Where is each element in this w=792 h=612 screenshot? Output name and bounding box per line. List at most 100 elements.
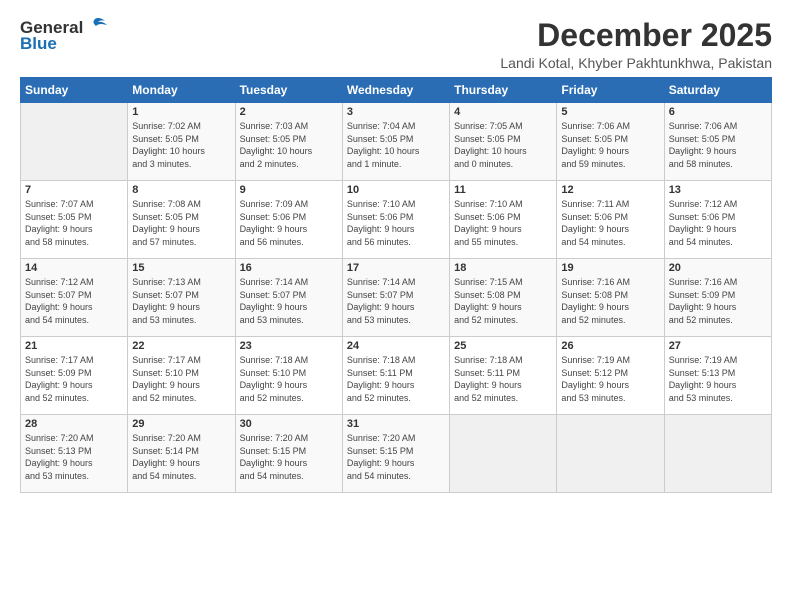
cell-info: Sunrise: 7:20 AM Sunset: 5:14 PM Dayligh… — [132, 432, 230, 482]
cell-info: Sunrise: 7:06 AM Sunset: 5:05 PM Dayligh… — [669, 120, 767, 170]
cell-info: Sunrise: 7:10 AM Sunset: 5:06 PM Dayligh… — [454, 198, 552, 248]
cell-info: Sunrise: 7:17 AM Sunset: 5:09 PM Dayligh… — [25, 354, 123, 404]
day-number: 21 — [25, 340, 123, 352]
day-number: 4 — [454, 106, 552, 118]
cell-info: Sunrise: 7:17 AM Sunset: 5:10 PM Dayligh… — [132, 354, 230, 404]
day-number: 31 — [347, 418, 445, 430]
cell-info: Sunrise: 7:20 AM Sunset: 5:15 PM Dayligh… — [347, 432, 445, 482]
day-number: 28 — [25, 418, 123, 430]
calendar-cell: 8 Sunrise: 7:08 AM Sunset: 5:05 PM Daylig… — [128, 181, 235, 259]
calendar-cell: 31 Sunrise: 7:20 AM Sunset: 5:15 PM Dayli… — [342, 415, 449, 493]
cell-info: Sunrise: 7:15 AM Sunset: 5:08 PM Dayligh… — [454, 276, 552, 326]
cell-info: Sunrise: 7:20 AM Sunset: 5:15 PM Dayligh… — [240, 432, 338, 482]
week-row-4: 21 Sunrise: 7:17 AM Sunset: 5:09 PM Dayli… — [21, 337, 772, 415]
week-row-3: 14 Sunrise: 7:12 AM Sunset: 5:07 PM Dayli… — [21, 259, 772, 337]
col-header-thursday: Thursday — [450, 78, 557, 103]
cell-info: Sunrise: 7:18 AM Sunset: 5:10 PM Dayligh… — [240, 354, 338, 404]
day-number: 7 — [25, 184, 123, 196]
calendar-table: SundayMondayTuesdayWednesdayThursdayFrid… — [20, 77, 772, 493]
calendar-cell: 4 Sunrise: 7:05 AM Sunset: 5:05 PM Daylig… — [450, 103, 557, 181]
cell-info: Sunrise: 7:20 AM Sunset: 5:13 PM Dayligh… — [25, 432, 123, 482]
day-number: 6 — [669, 106, 767, 118]
month-year: December 2025 — [500, 18, 772, 53]
calendar-cell: 21 Sunrise: 7:17 AM Sunset: 5:09 PM Dayli… — [21, 337, 128, 415]
day-number: 11 — [454, 184, 552, 196]
calendar-cell — [21, 103, 128, 181]
calendar-cell: 11 Sunrise: 7:10 AM Sunset: 5:06 PM Dayli… — [450, 181, 557, 259]
calendar-cell: 18Sunrise: 7:15 AM Sunset: 5:08 PM Dayli… — [450, 259, 557, 337]
day-number: 1 — [132, 106, 230, 118]
page: General Blue December 2025 Landi Kotal, … — [0, 0, 792, 612]
cell-info: Sunrise: 7:09 AM Sunset: 5:06 PM Dayligh… — [240, 198, 338, 248]
header-row: SundayMondayTuesdayWednesdayThursdayFrid… — [21, 78, 772, 103]
cell-info: Sunrise: 7:05 AM Sunset: 5:05 PM Dayligh… — [454, 120, 552, 170]
col-header-sunday: Sunday — [21, 78, 128, 103]
calendar-cell: 28 Sunrise: 7:20 AM Sunset: 5:13 PM Dayli… — [21, 415, 128, 493]
cell-info: Sunrise: 7:18 AM Sunset: 5:11 PM Dayligh… — [347, 354, 445, 404]
day-number: 23 — [240, 340, 338, 352]
calendar-cell: 22 Sunrise: 7:17 AM Sunset: 5:10 PM Dayli… — [128, 337, 235, 415]
cell-info: Sunrise: 7:13 AM Sunset: 5:07 PM Dayligh… — [132, 276, 230, 326]
calendar-cell: 13 Sunrise: 7:12 AM Sunset: 5:06 PM Dayli… — [664, 181, 771, 259]
day-number: 24 — [347, 340, 445, 352]
day-number: 29 — [132, 418, 230, 430]
day-number: 22 — [132, 340, 230, 352]
cell-info: Sunrise: 7:12 AM Sunset: 5:07 PM Dayligh… — [25, 276, 123, 326]
day-number: 15 — [132, 262, 230, 274]
calendar-cell: 16 Sunrise: 7:14 AM Sunset: 5:07 PM Dayli… — [235, 259, 342, 337]
calendar-cell: 12 Sunrise: 7:11 AM Sunset: 5:06 PM Dayli… — [557, 181, 664, 259]
cell-info: Sunrise: 7:08 AM Sunset: 5:05 PM Dayligh… — [132, 198, 230, 248]
calendar-cell: 7Sunrise: 7:07 AM Sunset: 5:05 PM Daylig… — [21, 181, 128, 259]
calendar-cell: 25Sunrise: 7:18 AM Sunset: 5:11 PM Dayli… — [450, 337, 557, 415]
col-header-wednesday: Wednesday — [342, 78, 449, 103]
day-number: 17 — [347, 262, 445, 274]
day-number: 10 — [347, 184, 445, 196]
calendar-cell — [450, 415, 557, 493]
cell-info: Sunrise: 7:04 AM Sunset: 5:05 PM Dayligh… — [347, 120, 445, 170]
day-number: 13 — [669, 184, 767, 196]
calendar-cell: 2Sunrise: 7:03 AM Sunset: 5:05 PM Daylig… — [235, 103, 342, 181]
day-number: 26 — [561, 340, 659, 352]
calendar-cell: 20Sunrise: 7:16 AM Sunset: 5:09 PM Dayli… — [664, 259, 771, 337]
calendar-cell: 17 Sunrise: 7:14 AM Sunset: 5:07 PM Dayli… — [342, 259, 449, 337]
day-number: 3 — [347, 106, 445, 118]
calendar-cell — [557, 415, 664, 493]
week-row-2: 7Sunrise: 7:07 AM Sunset: 5:05 PM Daylig… — [21, 181, 772, 259]
day-number: 12 — [561, 184, 659, 196]
calendar-cell: 19Sunrise: 7:16 AM Sunset: 5:08 PM Dayli… — [557, 259, 664, 337]
cell-info: Sunrise: 7:12 AM Sunset: 5:06 PM Dayligh… — [669, 198, 767, 248]
calendar-cell: 10Sunrise: 7:10 AM Sunset: 5:06 PM Dayli… — [342, 181, 449, 259]
cell-info: Sunrise: 7:14 AM Sunset: 5:07 PM Dayligh… — [347, 276, 445, 326]
cell-info: Sunrise: 7:19 AM Sunset: 5:12 PM Dayligh… — [561, 354, 659, 404]
day-number: 5 — [561, 106, 659, 118]
cell-info: Sunrise: 7:06 AM Sunset: 5:05 PM Dayligh… — [561, 120, 659, 170]
calendar-cell: 5 Sunrise: 7:06 AM Sunset: 5:05 PM Daylig… — [557, 103, 664, 181]
col-header-saturday: Saturday — [664, 78, 771, 103]
cell-info: Sunrise: 7:18 AM Sunset: 5:11 PM Dayligh… — [454, 354, 552, 404]
cell-info: Sunrise: 7:16 AM Sunset: 5:08 PM Dayligh… — [561, 276, 659, 326]
day-number: 2 — [240, 106, 338, 118]
calendar-cell: 26 Sunrise: 7:19 AM Sunset: 5:12 PM Dayli… — [557, 337, 664, 415]
day-number: 14 — [25, 262, 123, 274]
week-row-1: 1 Sunrise: 7:02 AM Sunset: 5:05 PM Daylig… — [21, 103, 772, 181]
calendar-cell: 14 Sunrise: 7:12 AM Sunset: 5:07 PM Dayli… — [21, 259, 128, 337]
col-header-tuesday: Tuesday — [235, 78, 342, 103]
cell-info: Sunrise: 7:14 AM Sunset: 5:07 PM Dayligh… — [240, 276, 338, 326]
day-number: 30 — [240, 418, 338, 430]
col-header-monday: Monday — [128, 78, 235, 103]
col-header-friday: Friday — [557, 78, 664, 103]
day-number: 16 — [240, 262, 338, 274]
logo: General Blue — [20, 18, 107, 54]
cell-info: Sunrise: 7:02 AM Sunset: 5:05 PM Dayligh… — [132, 120, 230, 170]
day-number: 8 — [132, 184, 230, 196]
cell-info: Sunrise: 7:11 AM Sunset: 5:06 PM Dayligh… — [561, 198, 659, 248]
calendar-cell: 3 Sunrise: 7:04 AM Sunset: 5:05 PM Daylig… — [342, 103, 449, 181]
week-row-5: 28 Sunrise: 7:20 AM Sunset: 5:13 PM Dayli… — [21, 415, 772, 493]
location: Landi Kotal, Khyber Pakhtunkhwa, Pakista… — [500, 55, 772, 71]
calendar-cell: 27Sunrise: 7:19 AM Sunset: 5:13 PM Dayli… — [664, 337, 771, 415]
calendar-cell: 15 Sunrise: 7:13 AM Sunset: 5:07 PM Dayli… — [128, 259, 235, 337]
cell-info: Sunrise: 7:19 AM Sunset: 5:13 PM Dayligh… — [669, 354, 767, 404]
title-block: December 2025 Landi Kotal, Khyber Pakhtu… — [500, 18, 772, 71]
calendar-cell: 29 Sunrise: 7:20 AM Sunset: 5:14 PM Dayli… — [128, 415, 235, 493]
calendar-cell: 30 Sunrise: 7:20 AM Sunset: 5:15 PM Dayli… — [235, 415, 342, 493]
